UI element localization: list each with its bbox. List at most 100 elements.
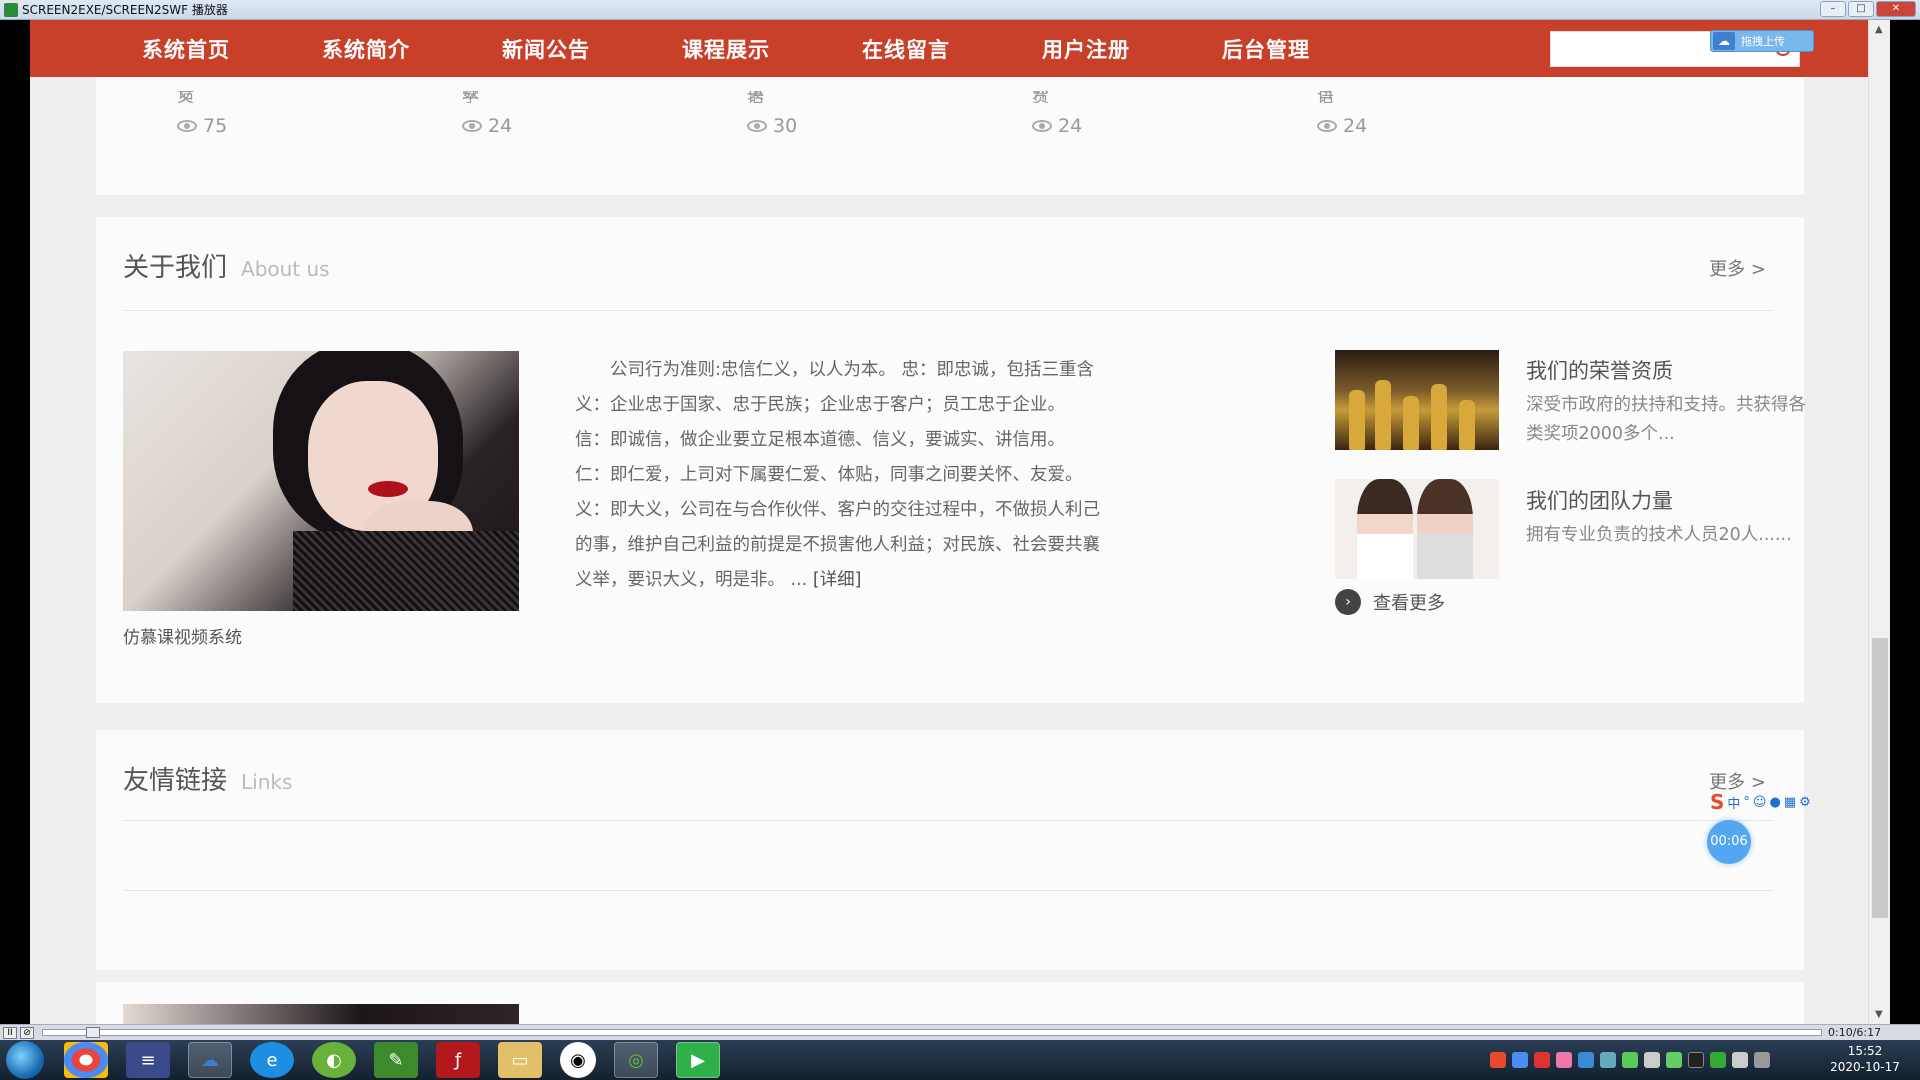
tray-icon[interactable] [1534,1052,1550,1068]
ime-mic-icon[interactable]: ● [1769,795,1780,810]
nav-message[interactable]: 在线留言 [816,34,996,64]
view-more-link[interactable]: › 查看更多 [1335,589,1445,615]
seek-bar[interactable] [42,1029,1822,1036]
section-title: 友情链接 [123,766,228,796]
top-nav: 系统首页 系统简介 新闻公告 课程展示 在线留言 用户注册 后台管理 ☁ 拖拽上… [30,20,1868,77]
windows-start-icon[interactable] [6,1041,44,1079]
tray-icon[interactable] [1622,1052,1638,1068]
wechat-icon[interactable]: ◎ [614,1042,658,1078]
minimize-button[interactable]: – [1820,1,1846,17]
section-header: 友情链接 Links [123,760,292,797]
tray-icon[interactable] [1600,1052,1616,1068]
links-section: 友情链接 Links 更多 > [96,730,1804,970]
tray-icon[interactable] [1666,1052,1682,1068]
tray-icon[interactable] [1512,1052,1528,1068]
window-controls: – □ ✕ [1820,1,1916,17]
baidu-netdisk-icon[interactable]: ☁ [188,1042,232,1078]
system-clock[interactable]: 15:52 2020-10-17 [1820,1043,1910,1075]
player-icon[interactable]: ▶ [676,1042,720,1078]
team-title[interactable]: 我们的团队力量 [1526,485,1816,515]
eclipse-icon[interactable]: ≡ [126,1042,170,1078]
seek-handle[interactable] [86,1027,100,1038]
tray-icon[interactable] [1688,1052,1704,1068]
ime-toolbar[interactable]: S 中 ° ☺ ● ▦ ⚙ [1710,790,1811,814]
folder-icon[interactable]: ▭ [498,1042,542,1078]
honor-title[interactable]: 我们的荣誉资质 [1526,355,1816,385]
letterbox-right [1890,20,1920,1024]
ghost-photo [123,1004,519,1024]
course-stats-panel: 语文 75 数学 24 英语 30 外贸 24 日语 24 [96,77,1804,195]
scrollbar-thumb[interactable] [1872,638,1888,918]
vertical-scrollbar[interactable]: ▲ ▼ [1868,20,1890,1024]
letterbox-left [0,20,30,1024]
eye-icon [462,120,482,132]
qq-icon[interactable]: ◉ [560,1042,596,1078]
ime-punct-icon[interactable]: ° [1743,795,1750,810]
eye-icon [1317,120,1337,132]
close-button[interactable]: ✕ [1876,1,1916,17]
ime-emoji-icon[interactable]: ☺ [1753,795,1767,810]
nav-admin[interactable]: 后台管理 [1176,34,1356,64]
video-viewport: 系统首页 系统简介 新闻公告 课程展示 在线留言 用户注册 后台管理 ☁ 拖拽上… [30,20,1868,1024]
about-section: 关于我们 About us 更多 > 仿慕课视频系统 公司行为准则:忠信仁义，以… [96,217,1806,703]
ime-chinese-icon[interactable]: 中 [1727,793,1740,812]
team-desc: 拥有专业负责的技术人员20人...... [1526,525,1792,545]
notepad-icon[interactable]: ✎ [374,1042,418,1078]
pause-icon[interactable]: II [3,1026,17,1039]
scroll-up-icon[interactable]: ▲ [1875,24,1883,35]
nav-courses[interactable]: 课程展示 [636,34,816,64]
player-controls: II ⊘ 0:10/6:17 [0,1024,1920,1040]
view-count: 75 [203,115,228,137]
view-more-label: 查看更多 [1373,593,1445,614]
sogou-icon: S [1710,790,1725,814]
ime-settings-icon[interactable]: ⚙ [1799,795,1811,810]
taskbar: ≡ ☁ e ◐ ✎ ƒ ▭ ◉ ◎ ▶ 15:52 2020-10-17 [0,1040,1920,1080]
team-item: 我们的团队力量 拥有专业负责的技术人员20人...... [1526,485,1816,550]
transition-frame-panel [96,982,1804,1024]
app-icon [4,2,18,17]
volume-icon[interactable] [1732,1052,1748,1068]
flash-icon[interactable]: ƒ [436,1042,480,1078]
tray-icon[interactable] [1710,1052,1726,1068]
view-count: 24 [1058,115,1083,137]
about-text: 公司行为准则:忠信仁义，以人为本。 忠：即忠诚，包括三重含义：企业忠于国家、忠于… [575,353,1105,598]
more-link[interactable]: 更多 > [1709,255,1766,281]
maximize-button[interactable]: □ [1848,1,1874,17]
section-title: 关于我们 [123,253,228,283]
tray-icon[interactable] [1556,1052,1572,1068]
recording-timer[interactable]: 00:06 [1707,820,1751,864]
clock-time: 15:52 [1847,1044,1883,1058]
nav-news[interactable]: 新闻公告 [456,34,636,64]
tray-icon[interactable] [1644,1052,1660,1068]
divider [123,310,1774,311]
network-icon[interactable] [1754,1052,1770,1068]
nav-register[interactable]: 用户注册 [996,34,1176,64]
scroll-down-icon[interactable]: ▼ [1875,1009,1883,1020]
eye-icon [177,120,197,132]
sogou-tray-icon[interactable] [1490,1052,1506,1068]
upload-label: 拖拽上传 [1741,35,1785,48]
section-header: 关于我们 About us [123,247,330,284]
section-subtitle: About us [241,257,330,281]
divider [123,820,1774,821]
browser-icon[interactable]: e [250,1042,294,1078]
nav-home[interactable]: 系统首页 [96,34,276,64]
detail-link[interactable]: [详细] [813,570,862,590]
team-thumbnail[interactable] [1335,479,1499,579]
course-label: 日语 [1317,91,1334,103]
course-label: 外贸 [1032,91,1049,103]
playback-time: 0:10/6:17 [1828,1026,1882,1039]
course-label: 语文 [177,91,194,103]
chrome-icon[interactable] [64,1042,108,1078]
ime-keyboard-icon[interactable]: ▦ [1784,795,1796,810]
upload-button[interactable]: ☁ 拖拽上传 [1710,30,1814,52]
honor-thumbnail[interactable] [1335,350,1499,450]
view-count: 24 [1343,115,1368,137]
nav-intro[interactable]: 系统简介 [276,34,456,64]
about-paragraph: 公司行为准则:忠信仁义，以人为本。 忠：即忠诚，包括三重含义：企业忠于国家、忠于… [575,360,1100,590]
shield-icon[interactable] [1578,1052,1594,1068]
app-green-icon[interactable]: ◐ [312,1042,356,1078]
about-photo[interactable] [123,351,519,611]
photo-caption: 仿慕课视频系统 [123,628,242,648]
stop-icon[interactable]: ⊘ [20,1026,34,1039]
